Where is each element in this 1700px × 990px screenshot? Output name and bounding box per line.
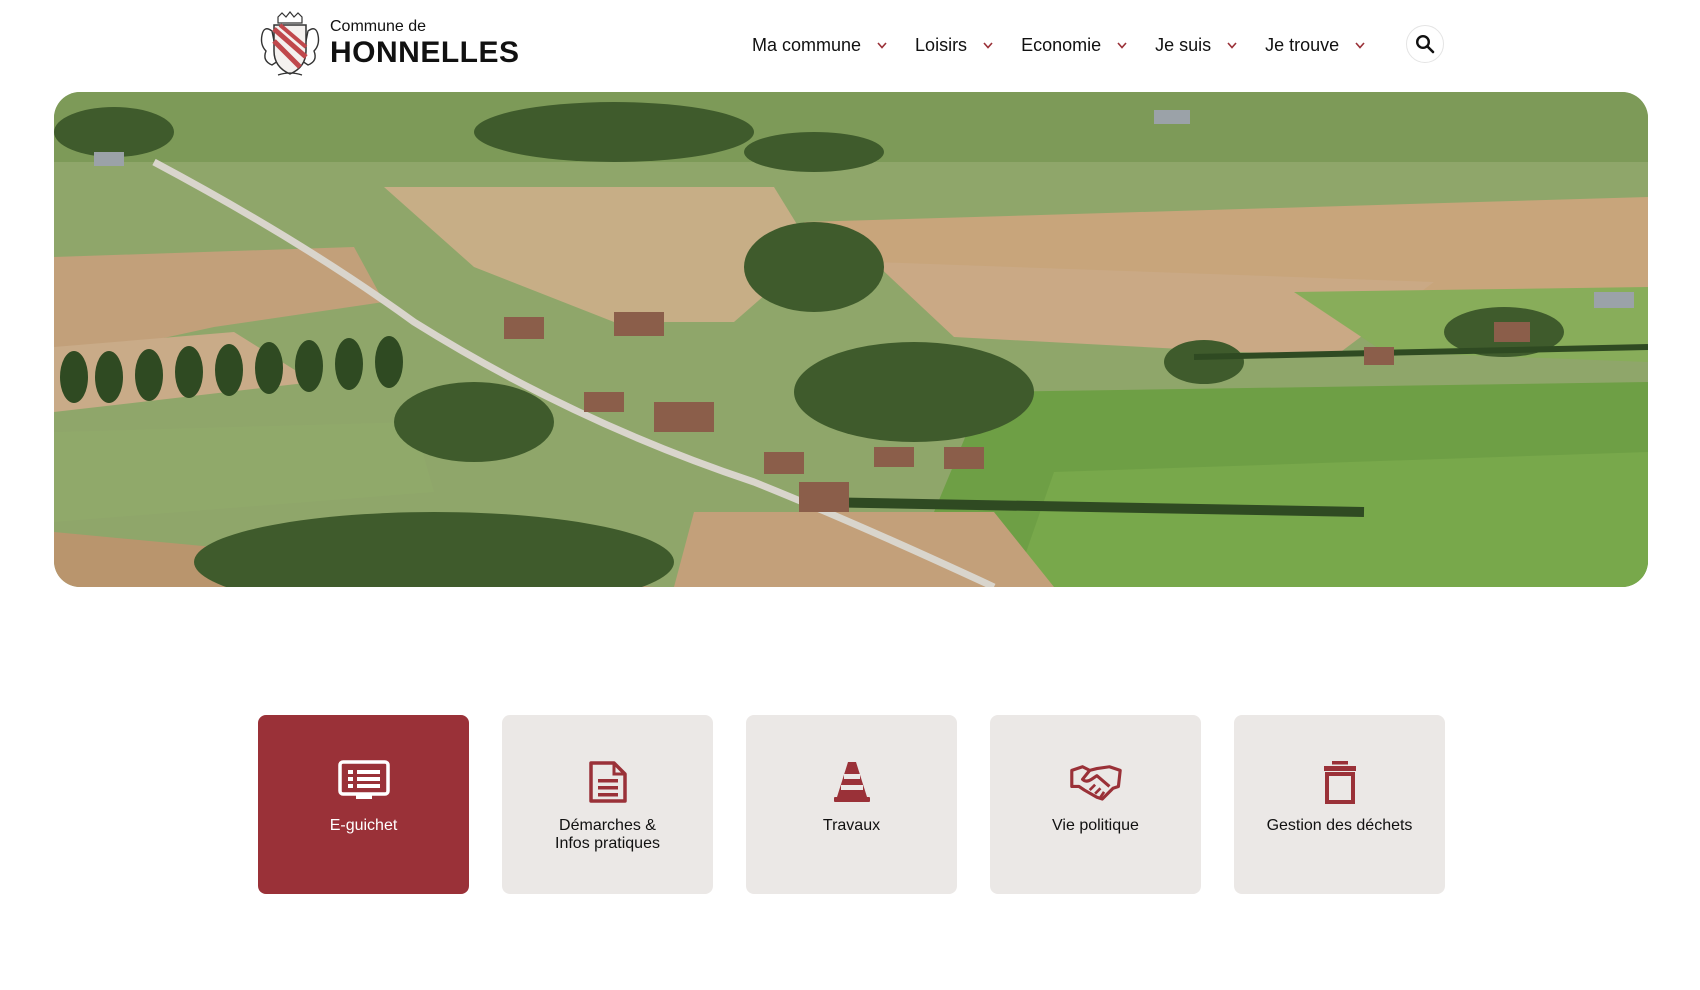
- logo-line-2: HONNELLES: [330, 36, 520, 69]
- tile-label: Démarches & Infos pratiques: [555, 817, 660, 852]
- aerial-landscape-illustration: [54, 92, 1648, 587]
- nav-item-je-trouve[interactable]: Je trouve: [1265, 35, 1367, 56]
- site-logo[interactable]: Commune de HONNELLES: [258, 11, 520, 77]
- tile-gestion-dechets[interactable]: Gestion des déchets: [1234, 715, 1445, 894]
- nav-label: Economie: [1021, 34, 1102, 55]
- tile-icon-wrap: [1069, 759, 1122, 805]
- chevron-down-icon: [1117, 42, 1127, 49]
- tile-icon-wrap: [1314, 759, 1366, 805]
- document-icon: [588, 761, 627, 803]
- chevron-down-icon: [1227, 42, 1237, 49]
- nav-item-je-suis[interactable]: Je suis: [1155, 35, 1239, 56]
- search-icon: [1415, 34, 1435, 54]
- tile-icon-wrap: [826, 759, 878, 805]
- tile-label: Travaux: [822, 817, 881, 834]
- handshake-icon: [1069, 765, 1122, 801]
- nav-label: Ma commune: [752, 34, 862, 55]
- chevron-down-icon: [983, 42, 993, 49]
- nav-item-ma-commune[interactable]: Ma commune: [752, 35, 889, 56]
- tile-icon-wrap: [337, 759, 390, 805]
- nav-label: Loisirs: [915, 34, 968, 55]
- coat-of-arms-icon: [260, 11, 320, 76]
- tile-label: E-guichet: [329, 817, 398, 834]
- monitor-list-icon: [337, 760, 390, 799]
- site-header: Commune de HONNELLES Ma commune Loisirs …: [0, 0, 1700, 92]
- logo-text: Commune de HONNELLES: [330, 18, 520, 70]
- nav-item-loisirs[interactable]: Loisirs: [915, 35, 995, 56]
- tile-icon-wrap: [582, 759, 634, 805]
- trash-bin-icon: [1323, 761, 1356, 804]
- hero-image: [54, 92, 1648, 587]
- traffic-cone-icon: [833, 762, 870, 802]
- tile-demarches[interactable]: Démarches & Infos pratiques: [502, 715, 713, 894]
- main-nav: Ma commune Loisirs Economie Je suis Je t…: [752, 24, 1393, 66]
- nav-label: Je trouve: [1265, 34, 1340, 55]
- quick-links: E-guichet Démarches & Infos pratiques Tr…: [258, 715, 1445, 894]
- nav-label: Je suis: [1155, 34, 1212, 55]
- logo-line-1: Commune de: [330, 18, 427, 35]
- chevron-down-icon: [1355, 42, 1365, 49]
- tile-label: Gestion des déchets: [1266, 817, 1413, 834]
- chevron-down-icon: [877, 42, 887, 49]
- nav-item-economie[interactable]: Economie: [1021, 35, 1129, 56]
- tile-e-guichet[interactable]: E-guichet: [258, 715, 469, 894]
- tile-vie-politique[interactable]: Vie politique: [990, 715, 1201, 894]
- tile-travaux[interactable]: Travaux: [746, 715, 957, 894]
- search-button[interactable]: [1406, 25, 1444, 63]
- tile-label: Vie politique: [1052, 817, 1139, 834]
